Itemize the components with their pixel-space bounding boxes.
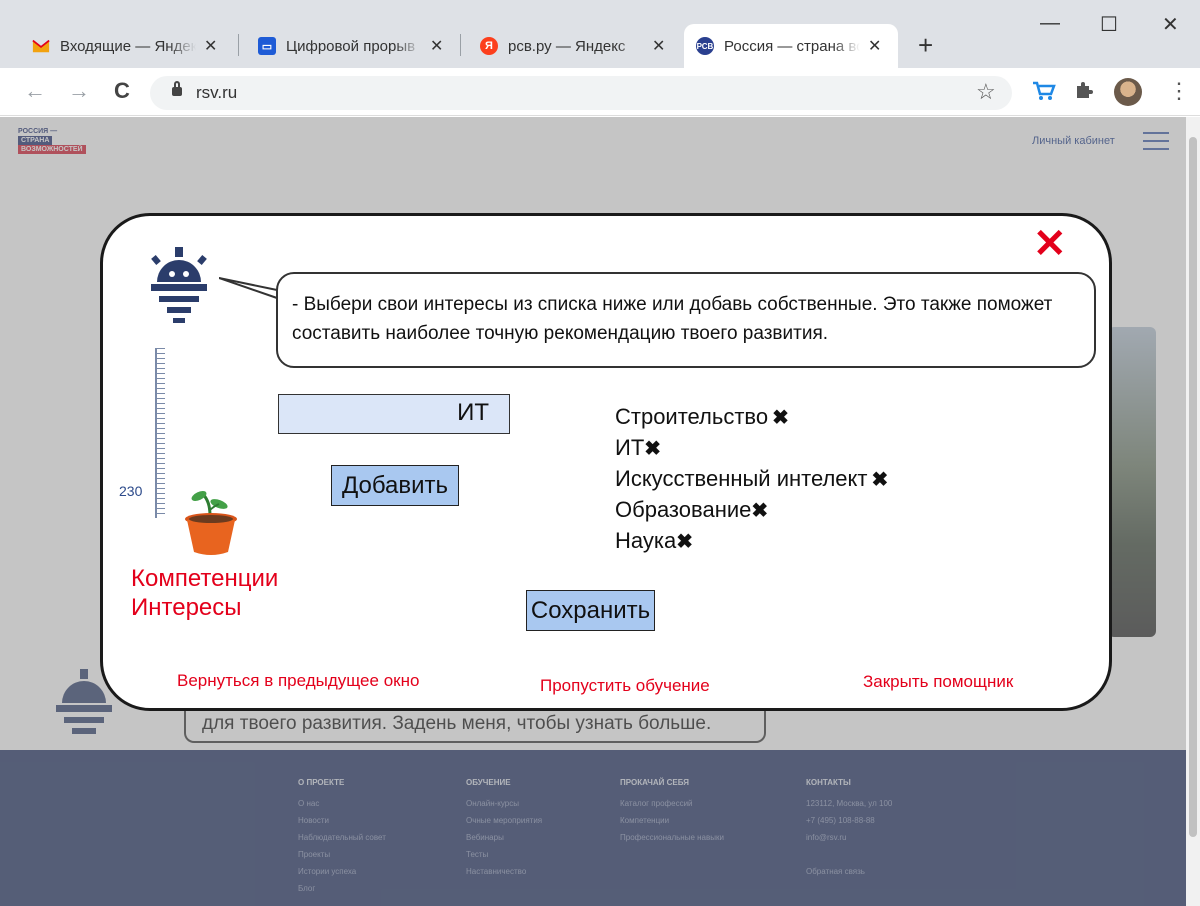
- assistant-modal: ✕ 230 Компетенции Интересы - Выбери свои…: [100, 213, 1112, 711]
- close-modal-icon[interactable]: ✕: [1033, 224, 1067, 264]
- competencies-link[interactable]: Компетенции: [131, 564, 278, 593]
- tab-rsv[interactable]: РСВ Россия — страна возможностей ✕: [684, 24, 898, 68]
- tab-separator: [238, 34, 239, 56]
- tab-separator: [460, 34, 461, 56]
- tab-close-icon[interactable]: ✕: [652, 36, 665, 56]
- ruler-value: 230: [119, 483, 143, 499]
- close-assistant-link[interactable]: Закрыть помощник: [863, 672, 1013, 692]
- bubble-text: - Выбери свои интересы из списка ниже ил…: [292, 294, 1053, 344]
- save-button[interactable]: Сохранить: [526, 590, 655, 631]
- scrollbar-thumb[interactable]: [1189, 137, 1197, 837]
- gmail-icon: [32, 37, 50, 55]
- yandex-icon: Я: [480, 37, 498, 55]
- interest-input[interactable]: ИТ: [278, 394, 510, 434]
- interest-tag: ИТ✖: [615, 433, 888, 464]
- remove-tag-icon[interactable]: ✖: [751, 500, 768, 522]
- tab-title: Россия — страна возможностей: [724, 37, 860, 55]
- remove-tag-icon[interactable]: ✖: [872, 469, 889, 491]
- browser-toolbar: ← → C rsv.ru ☆ ⋮: [0, 68, 1200, 116]
- rsv-icon: РСВ: [696, 37, 714, 55]
- new-tab-button[interactable]: +: [918, 30, 933, 61]
- close-window-button[interactable]: ✕: [1162, 12, 1179, 37]
- interest-tag: Образование✖: [615, 495, 888, 526]
- tab-title: Цифровой прорыв: [286, 37, 416, 55]
- cart-extension-icon[interactable]: [1032, 80, 1056, 108]
- interest-tag: Искусственный интелект ✖: [615, 464, 888, 495]
- tab-title: рсв.ру — Яндекс: [508, 37, 626, 55]
- tag-label: Строительство: [615, 404, 769, 429]
- tag-label: Образование: [615, 497, 752, 522]
- add-button[interactable]: Добавить: [331, 465, 459, 506]
- tag-label: Наука: [615, 528, 677, 553]
- tab-close-icon[interactable]: ✕: [204, 36, 217, 56]
- interest-tag: Наука✖: [615, 526, 888, 557]
- progress-ruler: [155, 348, 167, 518]
- tag-label: ИТ: [615, 435, 645, 460]
- back-link[interactable]: Вернуться в предыдущее окно: [177, 671, 419, 691]
- tab-mail[interactable]: Входящие — Яндекс.Почта ✕: [20, 24, 229, 68]
- profile-avatar[interactable]: [1114, 78, 1142, 106]
- mascot-icon: [147, 246, 211, 333]
- tab-close-icon[interactable]: ✕: [868, 36, 881, 56]
- tab-yandex[interactable]: Я рсв.ру — Яндекс ✕: [468, 24, 677, 68]
- speech-bubble-tail: [219, 277, 278, 299]
- remove-tag-icon[interactable]: ✖: [676, 531, 693, 553]
- extensions-puzzle-icon[interactable]: [1074, 80, 1094, 106]
- speech-bubble: - Выбери свои интересы из списка ниже ил…: [276, 272, 1096, 368]
- tab-title: Входящие — Яндекс.Почта: [60, 37, 196, 55]
- reload-icon[interactable]: C: [114, 78, 130, 104]
- skip-tutorial-link[interactable]: Пропустить обучение: [540, 676, 710, 696]
- chat-icon: ▭: [258, 37, 276, 55]
- interest-tag-list: Строительство ✖ ИТ✖ Искусственный интелек…: [615, 402, 888, 557]
- remove-tag-icon[interactable]: ✖: [644, 438, 661, 460]
- tab-close-icon[interactable]: ✕: [430, 36, 443, 56]
- interest-tag: Строительство ✖: [615, 402, 888, 433]
- interests-link[interactable]: Интересы: [131, 593, 278, 622]
- maximize-button[interactable]: ☐: [1100, 12, 1118, 37]
- bookmark-star-icon[interactable]: ☆: [976, 79, 996, 105]
- address-bar[interactable]: rsv.ru: [150, 76, 1012, 110]
- tab-digital[interactable]: ▭ Цифровой прорыв ✕: [246, 24, 455, 68]
- tab-bar: Входящие — Яндекс.Почта ✕ ▭ Цифровой про…: [0, 0, 1200, 68]
- plant-pot-icon: [181, 486, 241, 561]
- lock-icon[interactable]: [172, 81, 182, 96]
- url-text: rsv.ru: [196, 83, 238, 102]
- menu-icon[interactable]: ⋮: [1168, 78, 1190, 104]
- interest-input-value: ИТ: [457, 399, 489, 426]
- back-icon[interactable]: ←: [24, 78, 46, 104]
- section-labels: Компетенции Интересы: [131, 564, 278, 622]
- page-scrollbar[interactable]: [1186, 117, 1200, 906]
- minimize-button[interactable]: —: [1040, 12, 1060, 35]
- forward-icon[interactable]: →: [68, 78, 90, 104]
- remove-tag-icon[interactable]: ✖: [772, 407, 789, 429]
- tag-label: Искусственный интелект: [615, 466, 868, 491]
